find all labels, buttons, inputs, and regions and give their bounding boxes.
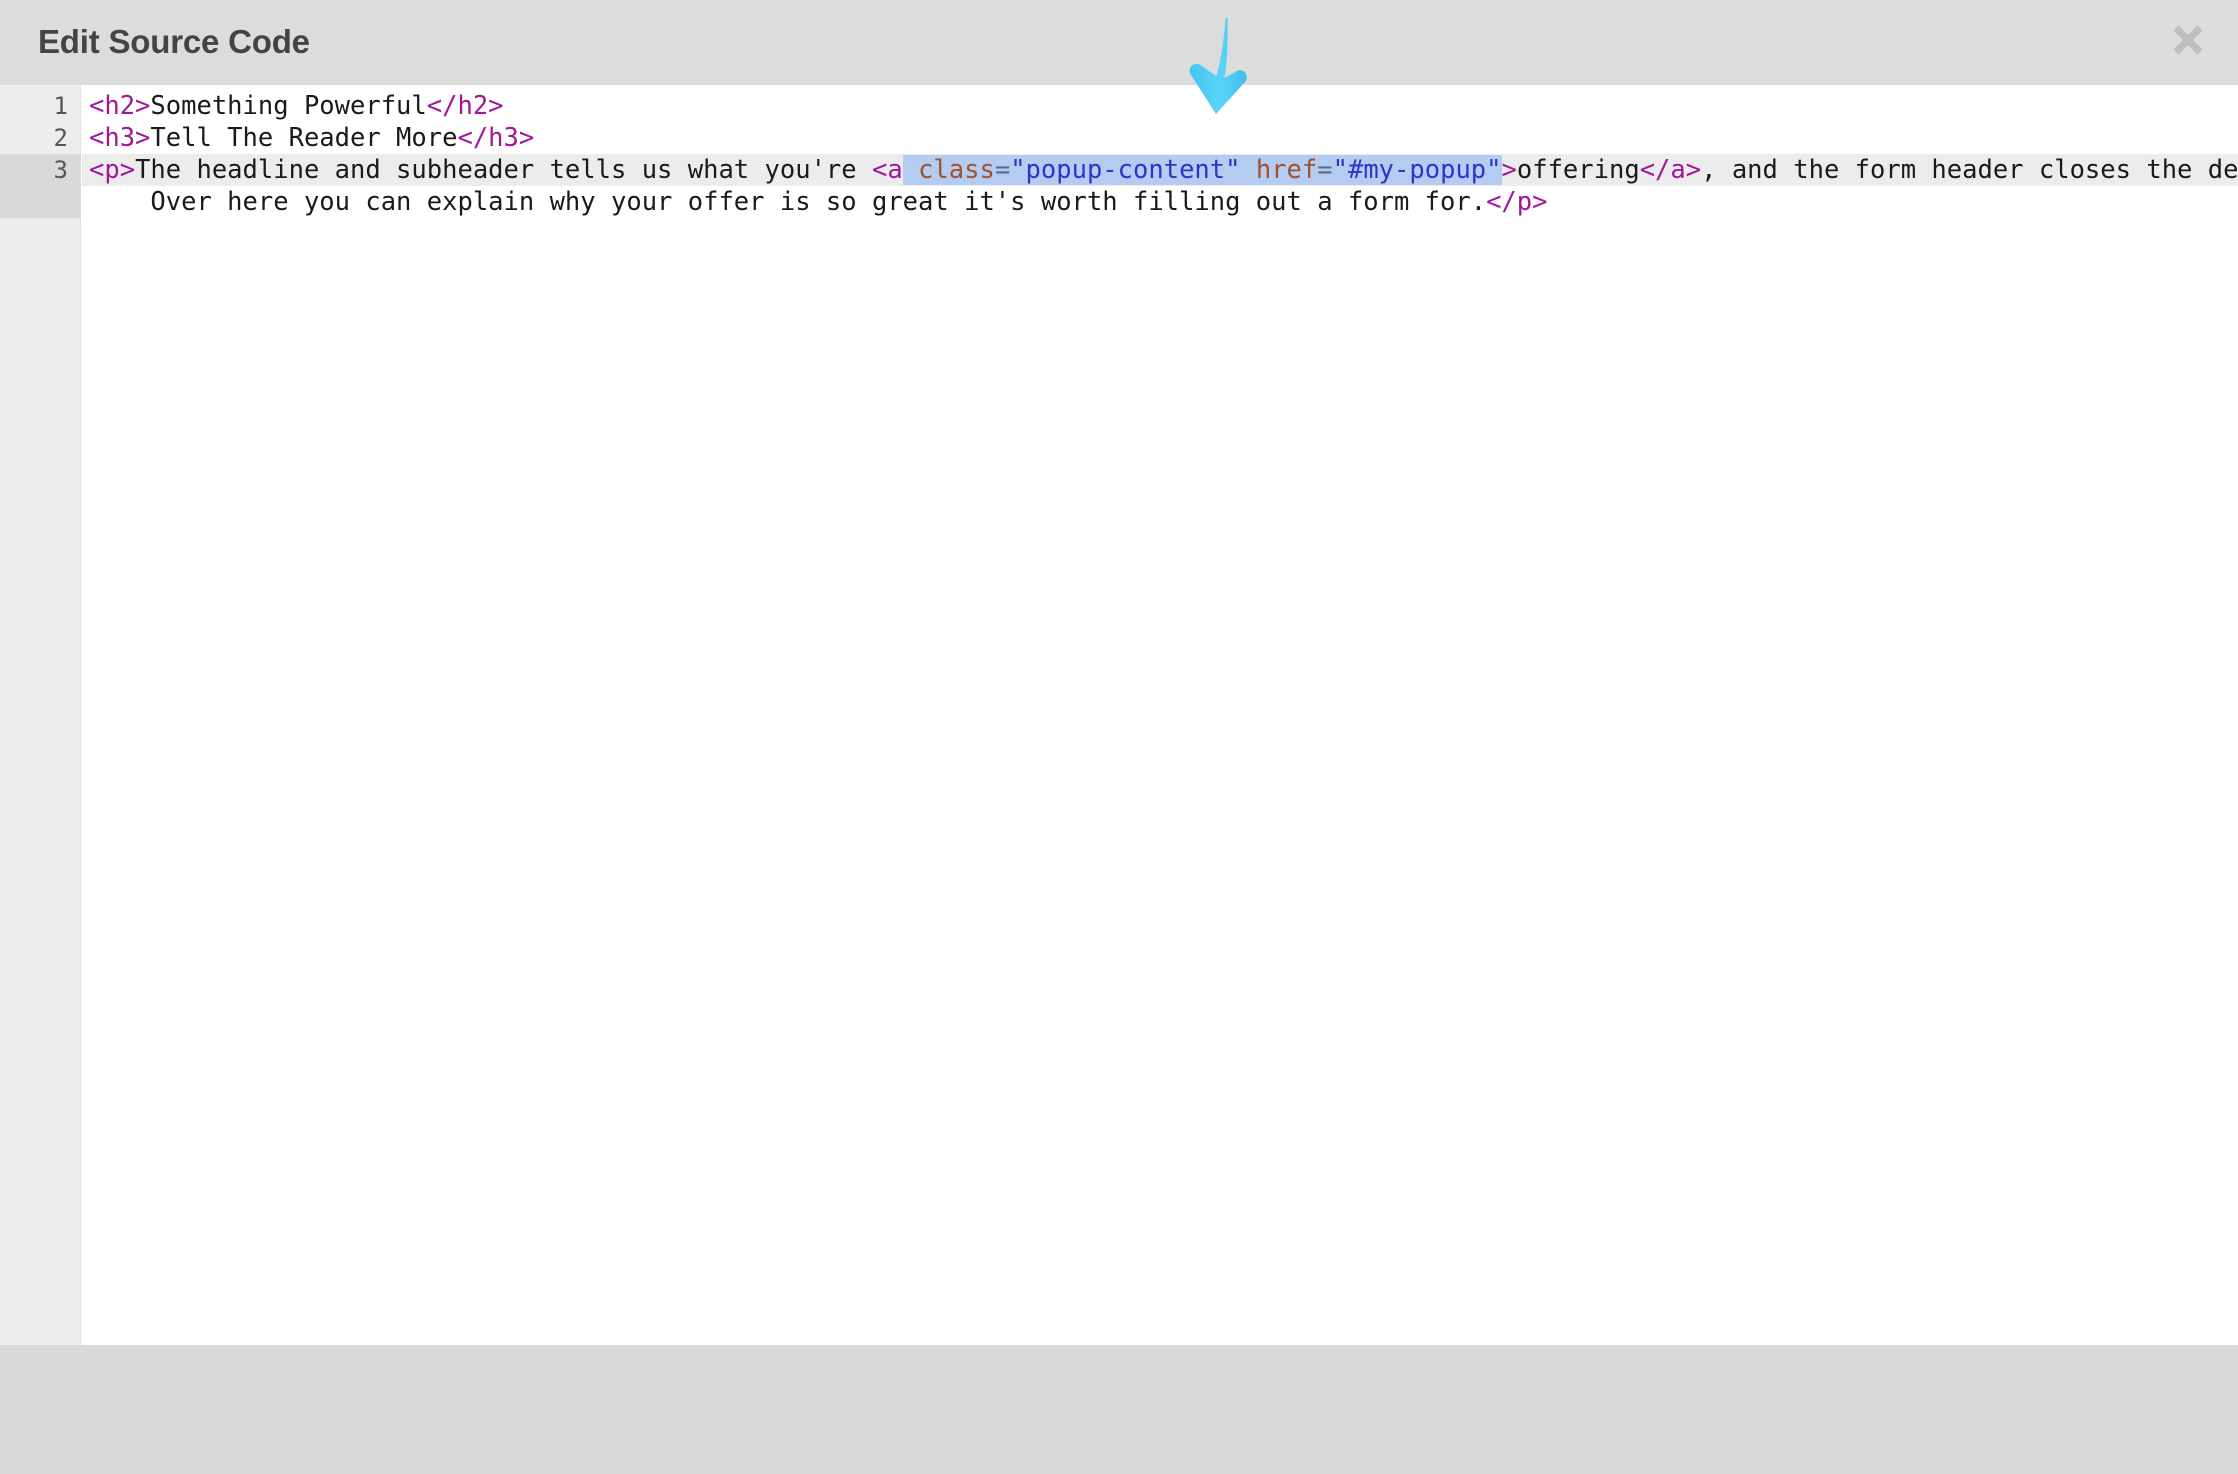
code-token-text: The headline and subheader tells us what… — [135, 155, 872, 185]
code-token-tag: <p> — [89, 155, 136, 185]
close-icon[interactable] — [2160, 12, 2216, 68]
code-token-tag: > — [1501, 155, 1517, 185]
code-selection-highlight[interactable]: class="popup-content" href="#my-popup" — [902, 155, 1502, 185]
code-token-tag: </p> — [1486, 187, 1548, 217]
code-token-equals: = — [1317, 155, 1333, 185]
code-token-tag: </h3> — [457, 123, 535, 153]
code-token-tag: </a> — [1639, 155, 1702, 185]
edit-source-code-dialog: Edit Source Code 1 2 3 <h2>Something Pow… — [0, 0, 2238, 1474]
dialog-header: Edit Source Code — [0, 0, 2238, 85]
editor-gutter: 1 2 3 — [0, 85, 81, 1345]
code-line-3-wrapped[interactable]: Over here you can explain why your offer… — [82, 186, 2238, 218]
code-line-2[interactable]: <h3>Tell The Reader More</h3> — [82, 122, 2238, 154]
code-token-text: Over here you can explain why your offer… — [150, 187, 1487, 217]
code-token-text: Tell The Reader More — [150, 123, 458, 153]
line-number-1: 1 — [53, 92, 68, 120]
code-token-tag: <h2> — [89, 91, 151, 121]
code-token-tag: <h3> — [89, 123, 151, 153]
line-number-2: 2 — [53, 124, 68, 152]
code-token-tag: </h2> — [426, 91, 504, 121]
code-token-text: , and the form header closes the deal. — [1701, 155, 2238, 185]
code-token-text: Something Powerful — [150, 91, 427, 121]
code-token-equals: = — [994, 155, 1011, 185]
code-line-3[interactable]: <p>The headline and subheader tells us w… — [82, 154, 2238, 186]
code-token-attr-name: class — [918, 155, 995, 185]
code-token-attr-name: href — [1255, 155, 1318, 185]
page-title: Edit Source Code — [38, 23, 310, 60]
line-number-3: 3 — [53, 156, 68, 184]
code-token-attr-value: "popup-content" — [1010, 155, 1241, 185]
dialog-footer: Save changes Cancel and close — [0, 1345, 2238, 1474]
code-token-tag: <a — [871, 155, 903, 185]
code-token-text: offering — [1516, 155, 1640, 185]
code-token-attr-value: "#my-popup" — [1332, 155, 1502, 185]
code-text-area[interactable]: <h2>Something Powerful</h2> <h3>Tell The… — [82, 85, 2238, 1345]
code-line-1[interactable]: <h2>Something Powerful</h2> — [82, 90, 2238, 122]
source-code-editor[interactable]: 1 2 3 <h2>Something Powerful</h2> <h3>Te… — [0, 85, 2238, 1345]
